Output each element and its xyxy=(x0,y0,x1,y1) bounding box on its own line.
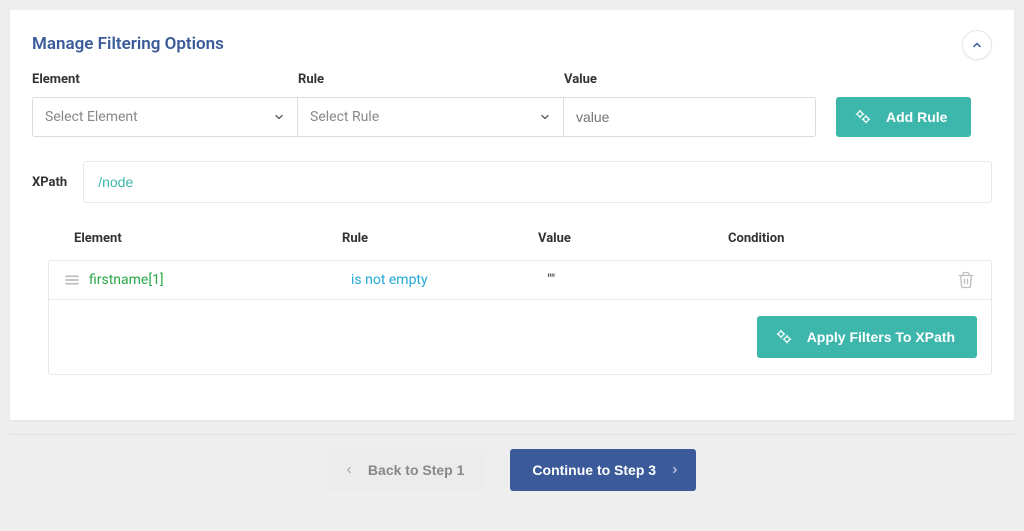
filters-table: Element Rule Value Condition firstname[1… xyxy=(48,231,992,375)
chevron-up-icon xyxy=(971,39,983,51)
chevron-left-icon xyxy=(344,464,354,476)
rule-label: Rule xyxy=(298,72,564,87)
drag-handle-icon[interactable] xyxy=(63,271,81,289)
table-body: firstname[1] is not empty "" Apply Filte… xyxy=(48,260,992,375)
filtering-options-card: Manage Filtering Options Element Select … xyxy=(10,10,1014,420)
xpath-label: XPath xyxy=(32,175,67,190)
add-rule-label: Add Rule xyxy=(886,109,947,125)
rule-select-placeholder: Select Rule xyxy=(310,109,379,125)
cell-rule: is not empty xyxy=(351,272,547,288)
rule-builder-row: Element Select Element Rule Select Rule … xyxy=(32,72,992,137)
apply-filters-button[interactable]: Apply Filters To XPath xyxy=(757,316,977,358)
cogs-icon xyxy=(775,328,793,346)
continue-label: Continue to Step 3 xyxy=(532,462,656,478)
card-title: Manage Filtering Options xyxy=(32,34,992,54)
add-rule-button[interactable]: Add Rule xyxy=(836,97,971,137)
back-button[interactable]: Back to Step 1 xyxy=(328,449,486,491)
delete-row-button[interactable] xyxy=(957,271,977,289)
value-input[interactable] xyxy=(564,97,816,137)
cell-element: firstname[1] xyxy=(89,272,351,288)
continue-button[interactable]: Continue to Step 3 xyxy=(510,449,696,491)
apply-filters-label: Apply Filters To XPath xyxy=(807,329,955,345)
apply-row: Apply Filters To XPath xyxy=(49,300,991,374)
th-rule: Rule xyxy=(342,231,538,246)
trash-icon xyxy=(957,271,975,289)
rule-field: Rule Select Rule xyxy=(298,72,564,137)
rule-select[interactable]: Select Rule xyxy=(298,97,564,137)
table-header: Element Rule Value Condition xyxy=(48,231,992,260)
chevron-right-icon xyxy=(670,464,680,476)
xpath-row: XPath xyxy=(32,161,992,203)
chevron-down-icon xyxy=(273,111,285,123)
element-select[interactable]: Select Element xyxy=(32,97,298,137)
back-label: Back to Step 1 xyxy=(368,462,464,478)
cogs-icon xyxy=(854,108,872,126)
cell-value: "" xyxy=(547,272,737,288)
element-field: Element Select Element xyxy=(32,72,298,137)
element-label: Element xyxy=(32,72,298,87)
xpath-input[interactable] xyxy=(83,161,992,203)
collapse-button[interactable] xyxy=(962,30,992,60)
th-value: Value xyxy=(538,231,728,246)
table-row: firstname[1] is not empty "" xyxy=(49,261,991,300)
value-label: Value xyxy=(564,72,816,87)
value-field: Value xyxy=(564,72,816,137)
footer-nav: Back to Step 1 Continue to Step 3 xyxy=(0,435,1024,505)
chevron-down-icon xyxy=(539,111,551,123)
th-condition: Condition xyxy=(728,231,966,246)
th-element: Element xyxy=(74,231,342,246)
element-select-placeholder: Select Element xyxy=(45,109,138,125)
